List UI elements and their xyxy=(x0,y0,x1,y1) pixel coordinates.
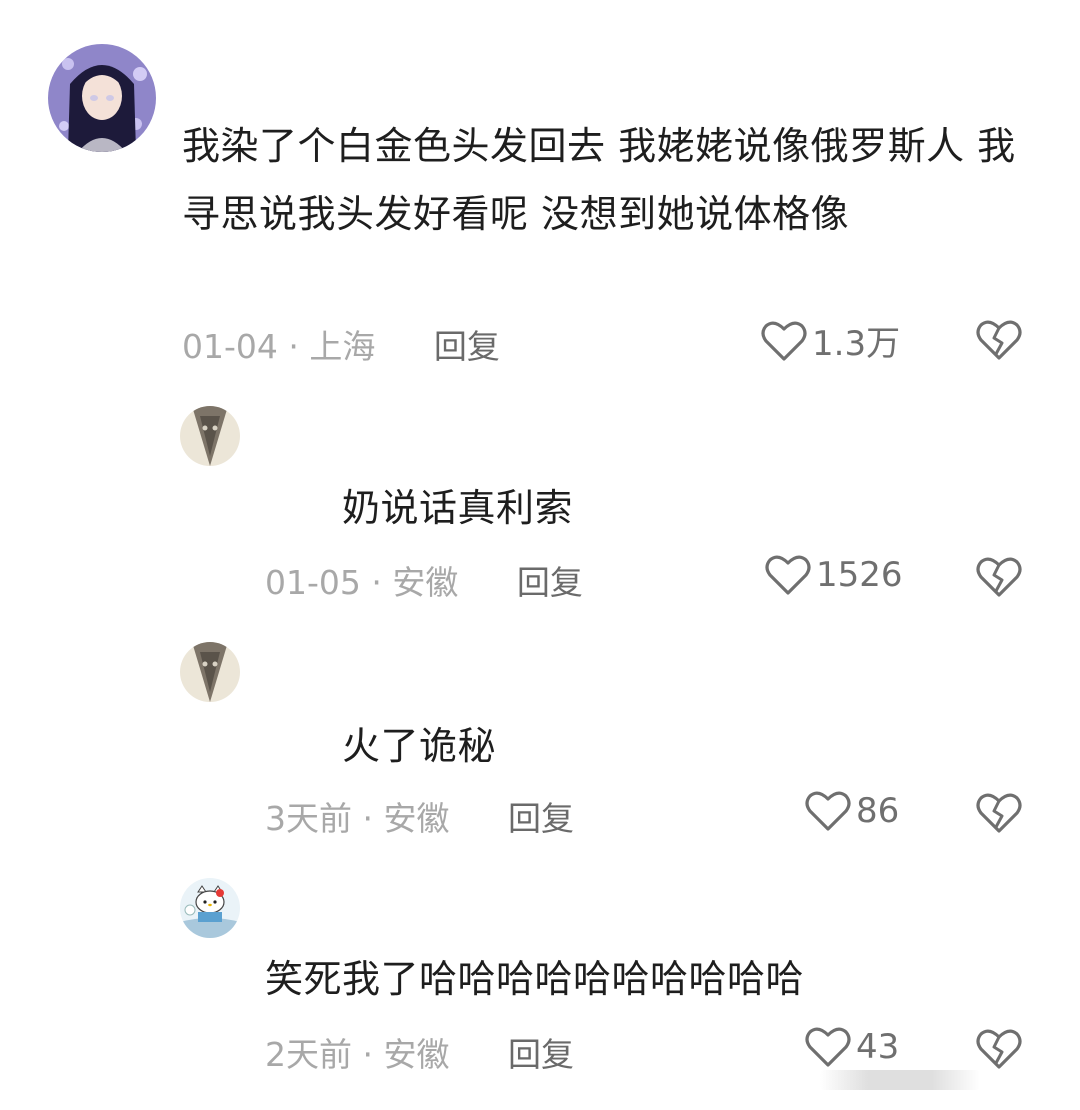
heart-icon xyxy=(765,555,811,595)
broken-heart-icon xyxy=(976,557,1022,597)
comment-text: 笑死我了哈哈哈哈哈哈哈哈哈哈 xyxy=(265,957,805,1001)
like-count: 86 xyxy=(856,791,900,831)
like-button[interactable]: 1.3万 xyxy=(760,316,900,365)
broken-heart-icon xyxy=(976,320,1022,360)
broken-heart-icon xyxy=(976,793,1022,833)
like-button[interactable]: 86 xyxy=(804,789,899,833)
comment-location: 上海 xyxy=(309,327,376,366)
heart-icon xyxy=(805,791,851,831)
reply-button[interactable]: 回复 xyxy=(508,799,574,838)
comment-date: 01-04 xyxy=(182,327,278,366)
user-avatar[interactable] xyxy=(48,44,156,152)
dislike-button[interactable] xyxy=(975,318,1023,366)
like-button[interactable]: 43 xyxy=(804,1025,899,1069)
user-avatar[interactable] xyxy=(180,878,240,938)
anime-girl-avatar-icon xyxy=(48,44,156,152)
comment-location: 安徽 xyxy=(383,1035,450,1074)
like-count: 43 xyxy=(856,1027,900,1067)
comment-text: 奶说话真利索 xyxy=(342,486,574,530)
user-avatar[interactable] xyxy=(180,406,240,466)
comment-text: 火了诡秘 xyxy=(342,724,497,768)
comment-meta: 2天前 · 安徽 回复 xyxy=(265,1028,574,1076)
comment-meta: 3天前 · 安徽 回复 xyxy=(265,792,574,840)
like-count: 1526 xyxy=(816,555,903,595)
meta-separator: · xyxy=(277,327,310,366)
comment-meta: 01-05 · 安徽 回复 xyxy=(265,556,583,604)
like-count: 1.3万 xyxy=(812,324,901,364)
comment-date: 3天前 xyxy=(265,799,352,838)
reply-button[interactable]: 回复 xyxy=(517,563,583,602)
comment-date: 01-05 xyxy=(265,563,361,602)
heart-icon xyxy=(805,1027,851,1067)
meta-separator: · xyxy=(360,563,393,602)
meta-separator: · xyxy=(352,1035,384,1074)
dislike-button[interactable] xyxy=(975,555,1023,603)
cat-avatar-icon xyxy=(180,406,240,466)
reply-button[interactable]: 回复 xyxy=(434,327,500,366)
comment-text: 我染了个白金色头发回去 我姥姥说像俄罗斯人 我寻思说我头发好看呢 没想到她说体格… xyxy=(182,124,1016,236)
comment-location: 安徽 xyxy=(392,563,459,602)
meta-separator: · xyxy=(352,799,384,838)
comment-location: 安徽 xyxy=(383,799,450,838)
reply-button[interactable]: 回复 xyxy=(508,1035,574,1074)
comment-date: 2天前 xyxy=(265,1035,352,1074)
dislike-button[interactable] xyxy=(975,791,1023,839)
dislike-button[interactable] xyxy=(975,1027,1023,1075)
hello-kitty-avatar-icon xyxy=(180,878,240,938)
broken-heart-icon xyxy=(976,1029,1022,1069)
heart-icon xyxy=(761,321,807,361)
like-button[interactable]: 1526 xyxy=(764,553,903,597)
cat-avatar-icon xyxy=(180,642,240,702)
watermark xyxy=(820,1070,980,1090)
user-avatar[interactable] xyxy=(180,642,240,702)
comment-meta: 01-04 · 上海 回复 xyxy=(182,320,500,368)
